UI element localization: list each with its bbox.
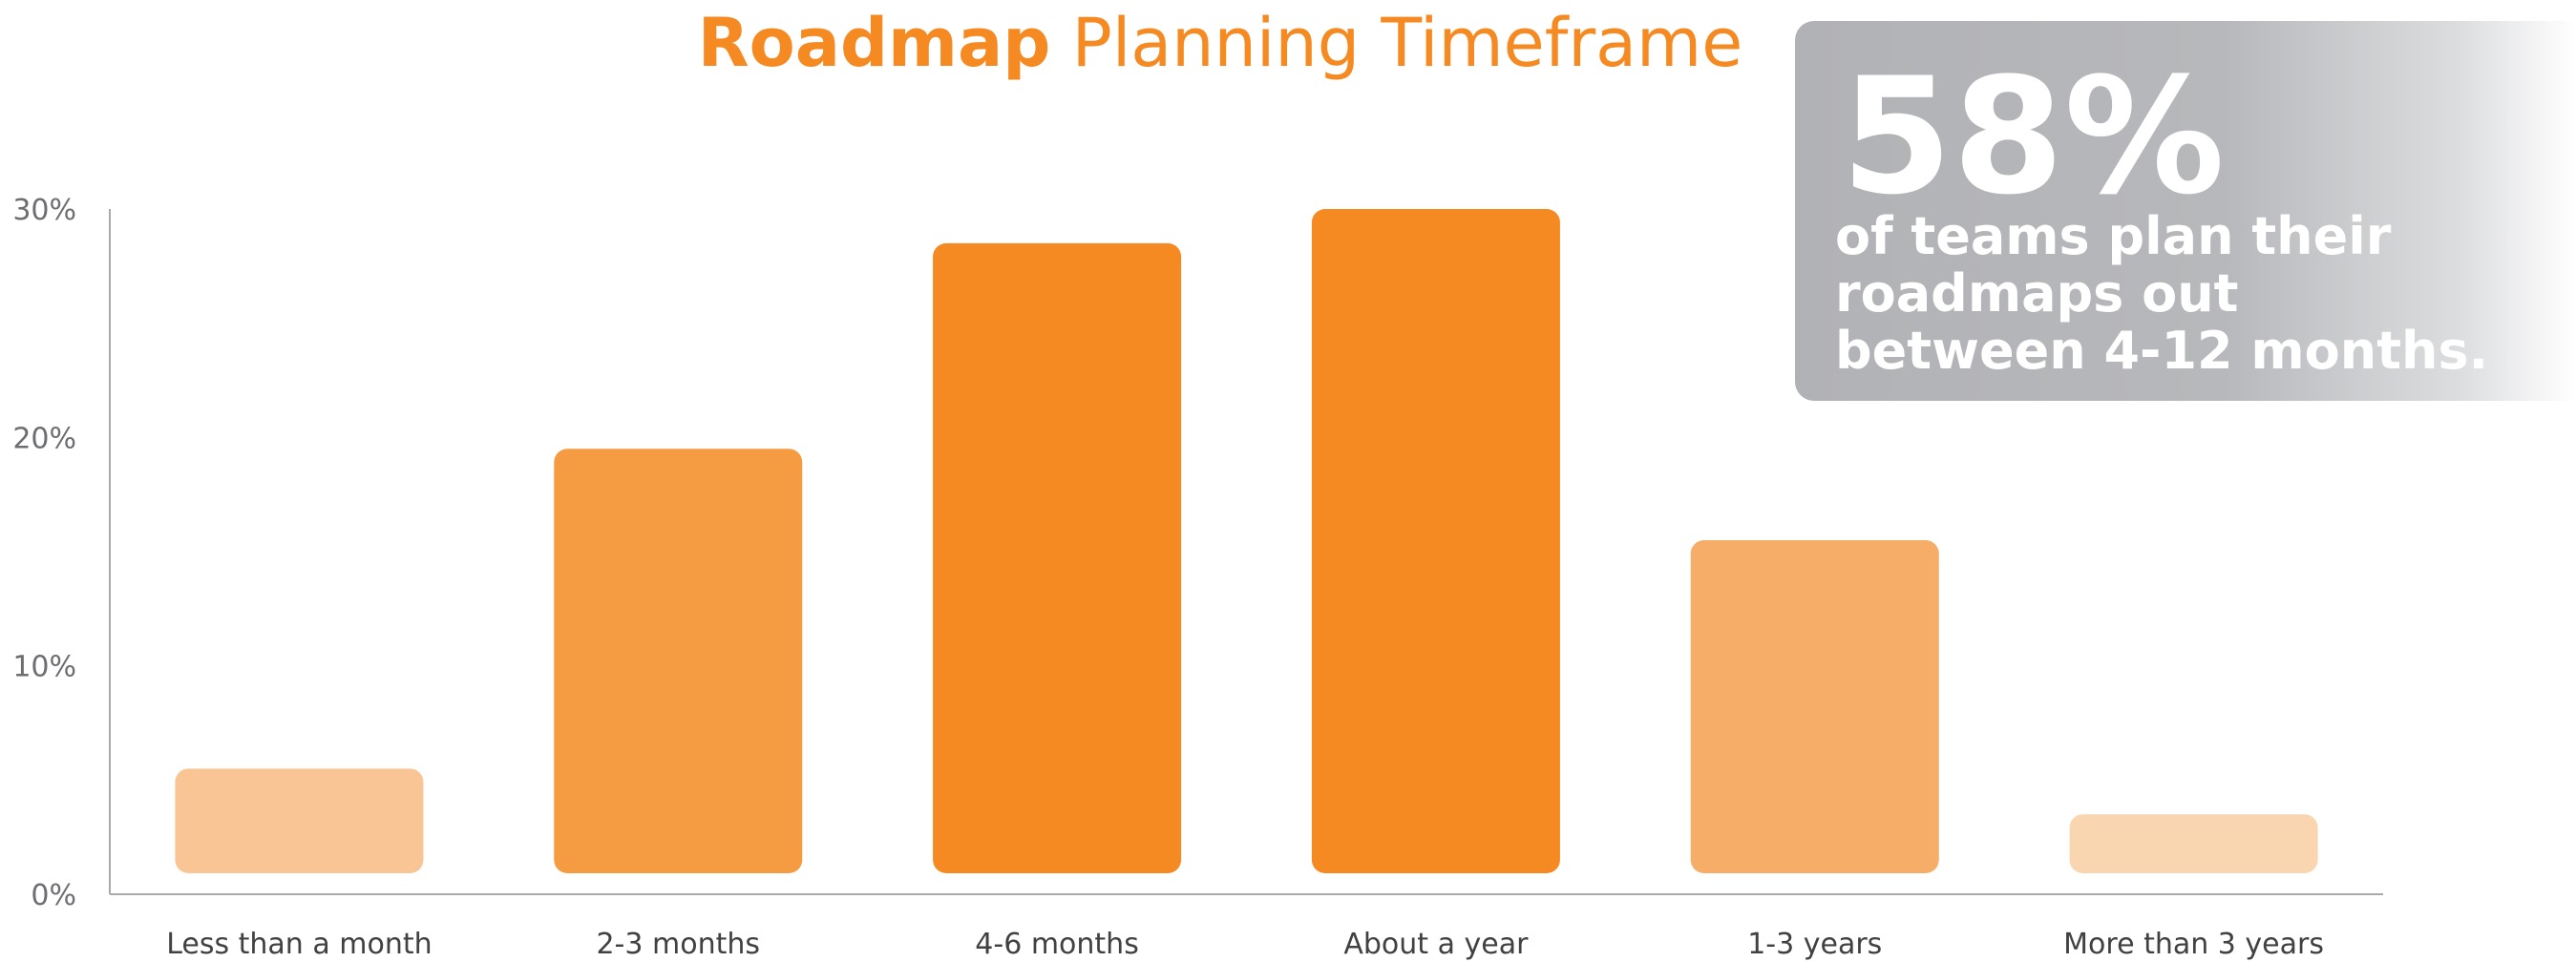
stat-callout: 58% of teams plan their roadmaps out bet…: [1795, 21, 2576, 401]
y-tick-label: 0%: [31, 879, 76, 912]
category-label: 2-3 months: [596, 928, 760, 961]
bar: [2069, 814, 2318, 873]
y-tick-label: 10%: [12, 651, 76, 684]
callout-text: of teams plan their roadmaps out between…: [1835, 206, 2489, 381]
category-label: About a year: [1343, 928, 1529, 961]
y-tick-label: 20%: [12, 422, 76, 455]
category-label: 4-6 months: [975, 928, 1139, 961]
bar: [554, 449, 803, 873]
category-label: Less than a month: [166, 928, 432, 961]
y-tick-label: 30%: [12, 194, 76, 227]
bar: [933, 242, 1182, 873]
bar: [1311, 209, 1560, 873]
bar: [175, 768, 424, 873]
category-label: More than 3 years: [2063, 928, 2324, 961]
callout-stat: 58%: [1841, 43, 2226, 230]
category-label: 1-3 years: [1747, 928, 1882, 961]
bar: [1690, 540, 1939, 873]
